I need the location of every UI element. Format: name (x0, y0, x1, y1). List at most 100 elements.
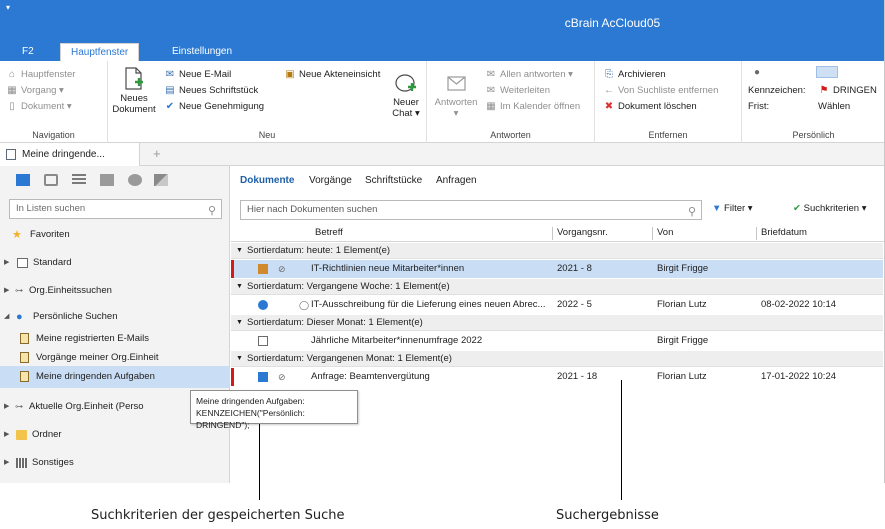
org-icon[interactable] (44, 174, 58, 186)
new-document-button[interactable]: Neues Dokument (112, 67, 156, 115)
ribbon-tabs: F2 Hauptfenster Einstellungen (0, 40, 884, 62)
group-header[interactable]: ▼ Sortierdatum: Dieser Monat: 1 Element(… (231, 315, 883, 331)
letter-plus-icon: ▤ (165, 85, 175, 96)
app-window: ▾ cBrain AcCloud05 F2 Hauptfenster Einst… (0, 0, 885, 483)
column-separator[interactable] (756, 227, 757, 240)
archive-button[interactable]: ⎘ Archivieren (603, 67, 666, 82)
expand-arrow-icon[interactable]: ▶ (4, 280, 9, 302)
col-betreff[interactable]: Betreff (315, 227, 343, 238)
column-separator[interactable] (552, 227, 553, 240)
tree-standard[interactable]: ▶ Standard (0, 252, 230, 274)
new-file-inspection-button[interactable]: ▣ Neue Akteneinsicht (284, 67, 380, 82)
remove-from-list-button[interactable]: ← Von Suchliste entfernen (603, 83, 718, 98)
collapse-arrow-icon[interactable]: ▼ (236, 315, 243, 331)
add-tab-button[interactable]: + (153, 146, 161, 161)
arrow-left-icon: ← (604, 85, 614, 96)
collapse-arrow-icon[interactable]: ◢ (4, 306, 9, 328)
collapse-arrow-icon[interactable]: ▼ (236, 351, 243, 367)
document-icon: ▯ (9, 101, 15, 112)
nav-vorgang-button[interactable]: ▦ Vorgang ▾ (6, 83, 64, 98)
list-icon (6, 149, 16, 160)
window-title: cBrain AcCloud05 (564, 16, 661, 30)
table-row[interactable]: ◯ IT-Ausschreibung für die Lieferung ein… (231, 296, 883, 314)
result-subtabs: Dokumente Vorgänge Schriftstücke Anfrage… (231, 166, 884, 196)
people-icon[interactable] (128, 174, 142, 186)
expand-arrow-icon[interactable]: ▶ (4, 252, 9, 274)
table-row[interactable]: ⊘ IT-Richtlinien neue Mitarbeiter*innen … (231, 260, 883, 278)
group-neu: Neues Dokument ✉ Neue E-Mail ▤ Neues Schri… (108, 61, 427, 143)
new-document-icon (125, 67, 143, 90)
filter-button[interactable]: ▼ Filter ▾ (712, 202, 753, 216)
group-label-persoenlich: Persönlich (792, 130, 835, 140)
col-vorgangsnr[interactable]: Vorgangsnr. (557, 227, 608, 238)
tooltip-criteria: KENNZEICHEN("Persönlich: DRINGEND"); (196, 408, 305, 430)
group-header[interactable]: ▼ Sortierdatum: Vergangene Woche: 1 Elem… (231, 279, 883, 295)
search-icon[interactable]: ⚲ (688, 203, 696, 221)
new-email-button[interactable]: ✉ Neue E-Mail (164, 67, 231, 82)
archive-box-icon[interactable] (100, 174, 114, 186)
tab-hauptfenster[interactable]: Hauptfenster (60, 43, 140, 62)
collapse-arrow-icon[interactable]: ▼ (236, 243, 243, 259)
tab-f2[interactable]: F2 (12, 43, 44, 61)
reply-all-icon: ✉ (486, 69, 496, 80)
left-icon-bar (0, 166, 230, 196)
tab-einstellungen[interactable]: Einstellungen (162, 43, 242, 61)
table-row[interactable]: Jährliche Mitarbeiter*innenumfrage 2022 … (231, 332, 883, 350)
misc-icon (16, 458, 27, 468)
group-header[interactable]: ▼ Sortierdatum: Vergangenen Monat: 1 Ele… (231, 351, 883, 367)
table-row[interactable]: ⊘ Anfrage: Beamtenvergütung 2021 - 18 Fl… (231, 368, 883, 386)
callout-line-results (621, 380, 622, 500)
open-calendar-button[interactable]: ▦ Im Kalender öffnen (485, 99, 580, 114)
kennzeichen-select[interactable]: ⚑ DRINGEN (818, 83, 877, 98)
tab-anfragen[interactable]: Anfragen (436, 175, 477, 186)
collapse-arrow-icon[interactable]: ▼ (236, 279, 243, 295)
col-von[interactable]: Von (657, 227, 673, 238)
checked-task-icon (258, 372, 268, 382)
tab-meine-dringende[interactable]: Meine dringende... (0, 143, 140, 166)
list-view-icon[interactable] (72, 174, 86, 186)
tree-sonstiges[interactable]: ▶ Sonstiges (0, 452, 230, 474)
person-icon: ● (754, 67, 761, 78)
tab-vorgaenge[interactable]: Vorgänge (309, 175, 352, 186)
reply-all-button[interactable]: ✉ Allen antworten ▾ (485, 67, 573, 82)
nav-hauptfenster-button[interactable]: ⌂ Hauptfenster (6, 67, 75, 82)
forward-button[interactable]: ✉ Weiterleiten (485, 83, 550, 98)
urgent-flag-marker (231, 368, 234, 386)
tree-persoenliche-suchen[interactable]: ◢ ● Persönliche Suchen (0, 306, 230, 328)
flag-toggle-icon[interactable] (816, 66, 838, 78)
col-briefdatum[interactable]: Briefdatum (761, 227, 807, 238)
document-search-input[interactable]: Hier nach Dokumenten suchen ⚲ (240, 200, 702, 220)
tab-dokumente[interactable]: Dokumente (240, 175, 294, 186)
title-bar: ▾ cBrain AcCloud05 (0, 0, 884, 40)
new-chat-button[interactable]: Neuer Chat ▾ (388, 73, 424, 119)
reply-button[interactable]: Antworten ▾ (431, 73, 481, 119)
group-navigation: ⌂ Hauptfenster ▦ Vorgang ▾ ▯ Dokument ▾ Nav… (0, 61, 108, 143)
folder-share-icon[interactable] (154, 174, 168, 186)
expand-arrow-icon[interactable]: ▶ (4, 452, 9, 474)
column-separator[interactable] (652, 227, 653, 240)
bookmark-icon[interactable] (16, 174, 30, 186)
attachment-icon: ⊘ (278, 372, 286, 382)
tab-schriftstuecke[interactable]: Schriftstücke (365, 175, 422, 186)
tree-favoriten[interactable]: ★ Favoriten (0, 224, 230, 246)
group-label-navigation: Navigation (32, 130, 75, 140)
vertical-scrollbar[interactable] (876, 225, 884, 483)
delete-document-button[interactable]: ✖ Dokument löschen (603, 99, 697, 114)
delete-icon: ✖ (604, 101, 614, 112)
expand-arrow-icon[interactable]: ▶ (4, 424, 9, 446)
list-search-input[interactable]: In Listen suchen ⚲ (9, 199, 222, 219)
tree-meine-dringenden-aufgaben[interactable]: Meine dringenden Aufgaben (0, 366, 230, 388)
new-approval-button[interactable]: ✔ Neue Genehmigung (164, 99, 264, 114)
urgent-flag-marker (231, 260, 234, 278)
tree-org-einheitssuchen[interactable]: ▶ ⊶ Org.Einheitssuchen (0, 280, 230, 302)
group-header[interactable]: ▼ Sortierdatum: heute: 1 Element(e) (231, 243, 883, 259)
system-menu-icon[interactable]: ▾ (6, 3, 10, 12)
expand-arrow-icon[interactable]: ▶ (4, 396, 9, 418)
search-icon[interactable]: ⚲ (208, 202, 216, 220)
forward-icon: ✉ (486, 85, 496, 96)
new-letter-button[interactable]: ▤ Neues Schriftstück (164, 83, 258, 98)
approval-icon: ✔ (165, 101, 175, 112)
frist-select[interactable]: Wählen (818, 99, 850, 114)
search-criteria-button[interactable]: ✔ Suchkriterien ▾ (793, 202, 866, 216)
nav-dokument-button[interactable]: ▯ Dokument ▾ (6, 99, 71, 114)
